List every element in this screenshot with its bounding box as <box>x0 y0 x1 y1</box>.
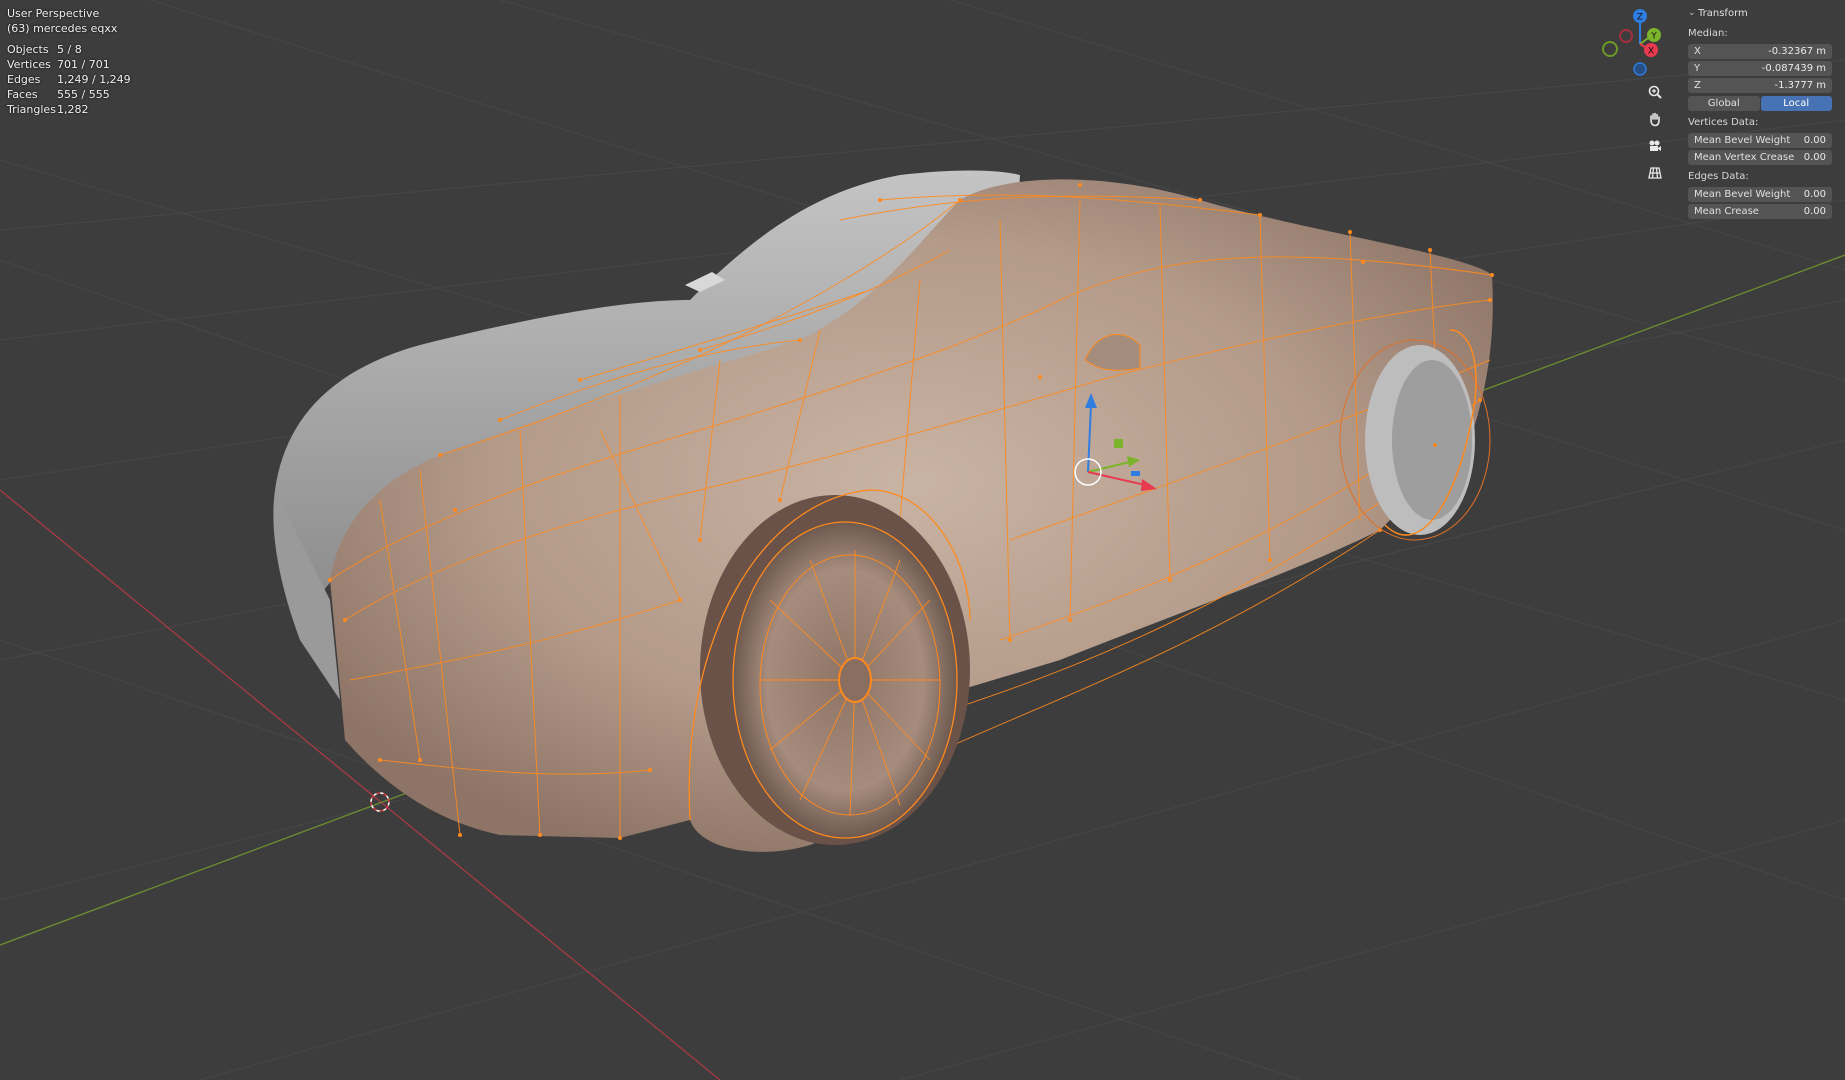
edges-data-label: Edges Data: <box>1688 171 1749 182</box>
global-button[interactable]: Global <box>1688 96 1760 111</box>
median-x-field[interactable]: X -0.32367 m <box>1688 44 1832 59</box>
local-button[interactable]: Local <box>1760 96 1832 111</box>
gizmo-z-axis[interactable]: Z <box>1633 9 1647 23</box>
car-mesh[interactable] <box>273 170 1494 852</box>
stat-edges: Edges 1,249 / 1,249 <box>7 73 131 86</box>
median-z-field[interactable]: Z -1.3777 m <box>1688 78 1832 93</box>
gizmo-x-axis[interactable]: X <box>1644 43 1658 57</box>
vertices-data-label: Vertices Data: <box>1688 117 1759 128</box>
gizmo-neg-z[interactable] <box>1633 62 1647 76</box>
svg-text:Y: Y <box>1650 32 1657 42</box>
viewport-tools <box>1643 80 1667 188</box>
mean-vertex-crease-field[interactable]: Mean Vertex Crease 0.00 <box>1688 150 1832 165</box>
svg-text:Z: Z <box>1637 13 1643 23</box>
mean-crease-field[interactable]: Mean Crease 0.00 <box>1688 204 1832 219</box>
3d-viewport[interactable] <box>0 0 1845 1080</box>
zoom-icon[interactable] <box>1643 80 1667 104</box>
gizmo-y-axis[interactable]: Y <box>1647 28 1661 42</box>
stat-triangles: Triangles 1,282 <box>7 103 89 116</box>
vertex-mean-bevel-weight-field[interactable]: Mean Bevel Weight 0.00 <box>1688 133 1832 148</box>
stat-objects: Objects 5 / 8 <box>7 43 82 56</box>
hand-pan-icon[interactable] <box>1643 107 1667 131</box>
median-y-field[interactable]: Y -0.087439 m <box>1688 61 1832 76</box>
camera-icon[interactable] <box>1643 134 1667 158</box>
view-name: User Perspective <box>7 7 100 20</box>
transform-panel: ⌄ Transform Median: X -0.32367 m Y -0.08… <box>1688 4 1832 219</box>
navigation-gizmo[interactable]: Z Y X <box>1598 8 1678 78</box>
svg-text:X: X <box>1648 47 1654 57</box>
panel-title: Transform <box>1698 7 1748 19</box>
gizmo-neg-x[interactable] <box>1619 29 1633 43</box>
edge-mean-bevel-weight-field[interactable]: Mean Bevel Weight 0.00 <box>1688 187 1832 202</box>
chevron-down-icon: ⌄ <box>1688 8 1696 18</box>
object-name: (63) mercedes eqxx <box>7 22 118 35</box>
space-toggle: Global Local <box>1688 96 1832 111</box>
gizmo-neg-y[interactable] <box>1602 41 1618 57</box>
transform-panel-header[interactable]: ⌄ Transform <box>1688 4 1832 22</box>
front-wheel <box>700 495 970 845</box>
grid-view-icon[interactable] <box>1643 161 1667 185</box>
viewport-stats: User Perspective (63) mercedes eqxx Obje… <box>7 6 131 117</box>
stat-vertices: Vertices 701 / 701 <box>7 58 110 71</box>
stat-faces: Faces 555 / 555 <box>7 88 110 101</box>
median-label: Median: <box>1688 28 1728 39</box>
